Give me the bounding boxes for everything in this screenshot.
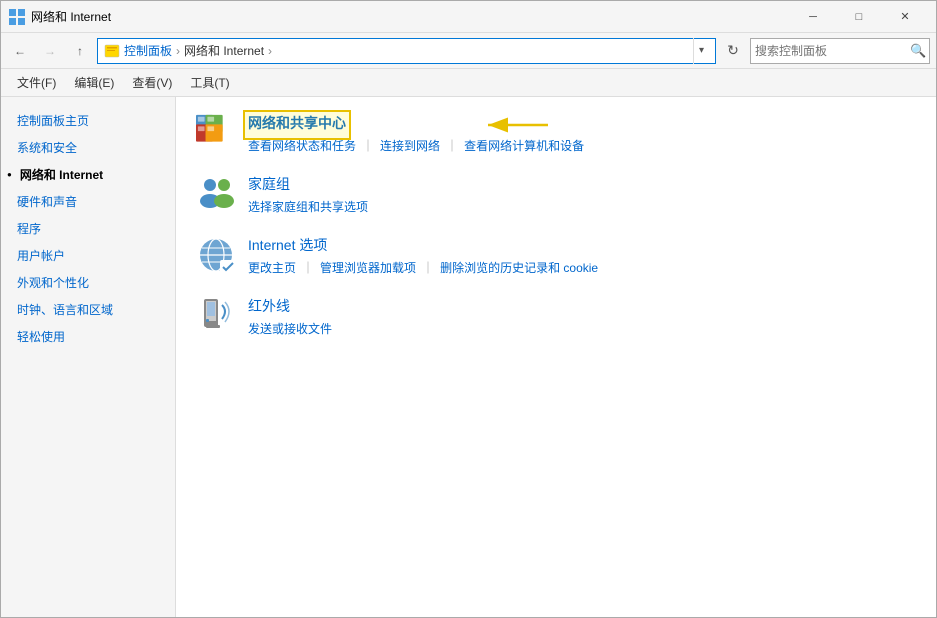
sidebar-item-system-security[interactable]: 系统和安全 <box>1 134 175 161</box>
internet-options-row: Internet 选项 更改主页 ｜ 管理浏览器加载项 ｜ 删除浏览的历史记录和… <box>196 235 916 276</box>
homegroup-title[interactable]: 家庭组 <box>248 174 290 194</box>
sidebar-item-user-accounts[interactable]: 用户帐户 <box>1 242 175 269</box>
link-manage-addons[interactable]: 管理浏览器加载项 <box>320 259 416 276</box>
up-button[interactable]: ↑ <box>67 38 93 64</box>
address-box[interactable]: 控制面板 › 网络和 Internet › ▾ <box>97 38 716 64</box>
search-input[interactable] <box>755 44 910 58</box>
menu-bar: 文件(F) 编辑(E) 查看(V) 工具(T) <box>1 69 936 97</box>
close-button[interactable]: ✕ <box>882 1 928 33</box>
infrared-content: 红外线 发送或接收文件 <box>248 296 916 337</box>
maximize-button[interactable]: □ <box>836 1 882 33</box>
sidebar-item-control-panel-home[interactable]: 控制面板主页 <box>1 107 175 134</box>
window-controls: ─ □ ✕ <box>790 1 928 33</box>
menu-tools[interactable]: 工具(T) <box>182 70 237 95</box>
network-sharing-content: 网络和共享中心 查看网络状态和任 <box>248 113 916 154</box>
address-icon <box>104 43 120 59</box>
sidebar: 控制面板主页 系统和安全 网络和 Internet 硬件和声音 程序 用户帐户 … <box>1 97 176 617</box>
search-box: 🔍 <box>750 38 930 64</box>
network-sharing-title[interactable]: 网络和共享中心 <box>248 113 346 133</box>
link-view-status[interactable]: 查看网络状态和任务 <box>248 137 356 154</box>
sidebar-item-network-internet[interactable]: 网络和 Internet <box>1 161 175 188</box>
homegroup-links: 选择家庭组和共享选项 <box>248 198 916 215</box>
title-bar: 网络和 Internet ─ □ ✕ <box>1 1 936 33</box>
breadcrumb-current: 网络和 Internet <box>184 42 264 59</box>
link-send-receive-files[interactable]: 发送或接收文件 <box>248 320 332 337</box>
sidebar-item-accessibility[interactable]: 轻松使用 <box>1 323 175 350</box>
internet-options-links: 更改主页 ｜ 管理浏览器加载项 ｜ 删除浏览的历史记录和 cookie <box>248 259 916 276</box>
link-homegroup-sharing[interactable]: 选择家庭组和共享选项 <box>248 198 368 215</box>
network-sharing-row: 网络和共享中心 查看网络状态和任 <box>196 113 916 154</box>
menu-view[interactable]: 查看(V) <box>124 70 180 95</box>
internet-options-icon <box>196 235 236 275</box>
infrared-title[interactable]: 红外线 <box>248 296 290 316</box>
minimize-button[interactable]: ─ <box>790 1 836 33</box>
sidebar-item-hardware-sound[interactable]: 硬件和声音 <box>1 188 175 215</box>
refresh-button[interactable]: ↻ <box>720 38 746 64</box>
internet-options-content: Internet 选项 更改主页 ｜ 管理浏览器加载项 ｜ 删除浏览的历史记录和… <box>248 235 916 276</box>
window-title: 网络和 Internet <box>31 8 790 25</box>
homegroup-content: 家庭组 选择家庭组和共享选项 <box>248 174 916 215</box>
address-dropdown[interactable]: ▾ <box>693 38 709 64</box>
main-window: 网络和 Internet ─ □ ✕ ← → ↑ 控制面板 › 网络和 Inte… <box>0 0 937 618</box>
infrared-links: 发送或接收文件 <box>248 320 916 337</box>
breadcrumb-controlpanel[interactable]: 控制面板 <box>124 42 172 59</box>
sidebar-item-programs[interactable]: 程序 <box>1 215 175 242</box>
homegroup-row: 家庭组 选择家庭组和共享选项 <box>196 174 916 215</box>
sidebar-item-appearance[interactable]: 外观和个性化 <box>1 269 175 296</box>
link-connect-network[interactable]: 连接到网络 <box>380 137 440 154</box>
homegroup-icon <box>196 174 236 214</box>
network-sharing-links: 查看网络状态和任务 ｜ 连接到网络 ｜ 查看网络计算机和设备 <box>248 137 916 154</box>
network-sharing-icon <box>196 113 236 153</box>
menu-file[interactable]: 文件(F) <box>9 70 64 95</box>
main-content: 控制面板主页 系统和安全 网络和 Internet 硬件和声音 程序 用户帐户 … <box>1 97 936 617</box>
infrared-icon <box>196 296 236 336</box>
link-view-computers[interactable]: 查看网络计算机和设备 <box>464 137 584 154</box>
search-icon[interactable]: 🔍 <box>910 42 926 60</box>
forward-button[interactable]: → <box>37 38 63 64</box>
breadcrumb: 控制面板 › 网络和 Internet › <box>124 42 689 59</box>
title-bar-icon <box>9 9 25 25</box>
address-bar: ← → ↑ 控制面板 › 网络和 Internet › ▾ ↻ 🔍 <box>1 33 936 69</box>
internet-options-title[interactable]: Internet 选项 <box>248 235 327 255</box>
back-button[interactable]: ← <box>7 38 33 64</box>
menu-edit[interactable]: 编辑(E) <box>66 70 122 95</box>
link-change-homepage[interactable]: 更改主页 <box>248 259 296 276</box>
sidebar-item-datetime[interactable]: 时钟、语言和区域 <box>1 296 175 323</box>
right-panel: 网络和共享中心 查看网络状态和任 <box>176 97 936 617</box>
link-delete-history[interactable]: 删除浏览的历史记录和 cookie <box>440 259 598 276</box>
infrared-row: 红外线 发送或接收文件 <box>196 296 916 337</box>
